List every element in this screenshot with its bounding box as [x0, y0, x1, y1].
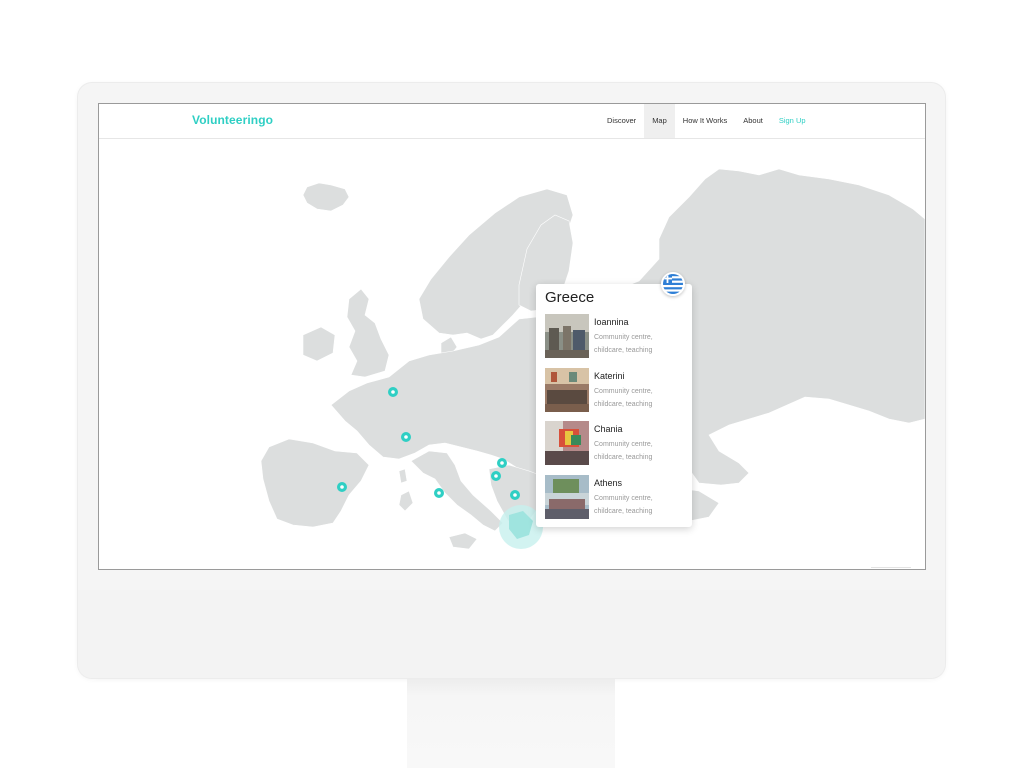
- location-thumbnail[interactable]: [545, 474, 589, 519]
- location-thumbnail[interactable]: [545, 314, 589, 358]
- location-thumbnail[interactable]: [545, 367, 589, 412]
- navbar: Volunteeringo Discover Map How It Works …: [99, 104, 925, 139]
- location-city: Athens: [594, 477, 623, 488]
- nav-sign-up[interactable]: Sign Up: [771, 104, 814, 138]
- marker-switzerland-dot: [404, 435, 408, 439]
- monitor-chin: [78, 590, 945, 678]
- browser-screen: Volunteeringo Discover Map How It Works …: [98, 103, 926, 570]
- nav-map[interactable]: Map: [644, 104, 675, 138]
- logo[interactable]: Volunteeringo: [192, 113, 273, 127]
- nav-how-it-works[interactable]: How It Works: [675, 104, 735, 138]
- marker-balkans-west-dot: [494, 474, 498, 478]
- nav-links: Discover Map How It Works About Sign Up: [599, 104, 814, 138]
- popup-country-title: Greece: [545, 289, 595, 306]
- europe-map[interactable]: [99, 139, 925, 569]
- marker-italy-dot: [437, 491, 441, 495]
- location-city: Katerini: [594, 370, 625, 381]
- location-thumbnail[interactable]: [545, 421, 589, 465]
- nav-discover[interactable]: Discover: [599, 104, 644, 138]
- location-description: Community centre, childcare, teaching: [594, 441, 653, 461]
- marker-luxembourg-dot: [391, 390, 395, 394]
- location-description: Community centre, childcare, teaching: [594, 334, 653, 354]
- greece-flag-icon: [661, 272, 685, 296]
- list-item[interactable]: Ioannina Community centre, childcare, te…: [545, 314, 685, 368]
- marker-balkans-north-dot: [500, 461, 504, 465]
- list-item[interactable]: Chania Community centre, childcare, teac…: [545, 421, 685, 475]
- location-list: Ioannina Community centre, childcare, te…: [545, 314, 685, 528]
- list-item[interactable]: Katerini Community centre, childcare, te…: [545, 367, 685, 422]
- location-description: Community centre, childcare, teaching: [594, 387, 653, 408]
- location-city: Ioannina: [594, 317, 629, 327]
- marker-greece-north-dot: [513, 493, 517, 497]
- location-description: Community centre, childcare, teaching: [594, 494, 653, 515]
- marker-spain-dot: [340, 485, 344, 489]
- monitor-stand: [407, 678, 615, 768]
- corner-divider: [871, 567, 911, 568]
- list-item[interactable]: Athens Community centre, childcare, teac…: [545, 474, 685, 529]
- nav-about[interactable]: About: [735, 104, 771, 138]
- location-city: Chania: [594, 424, 623, 434]
- country-popup[interactable]: Greece Ioannina Community centre, childc…: [536, 272, 692, 528]
